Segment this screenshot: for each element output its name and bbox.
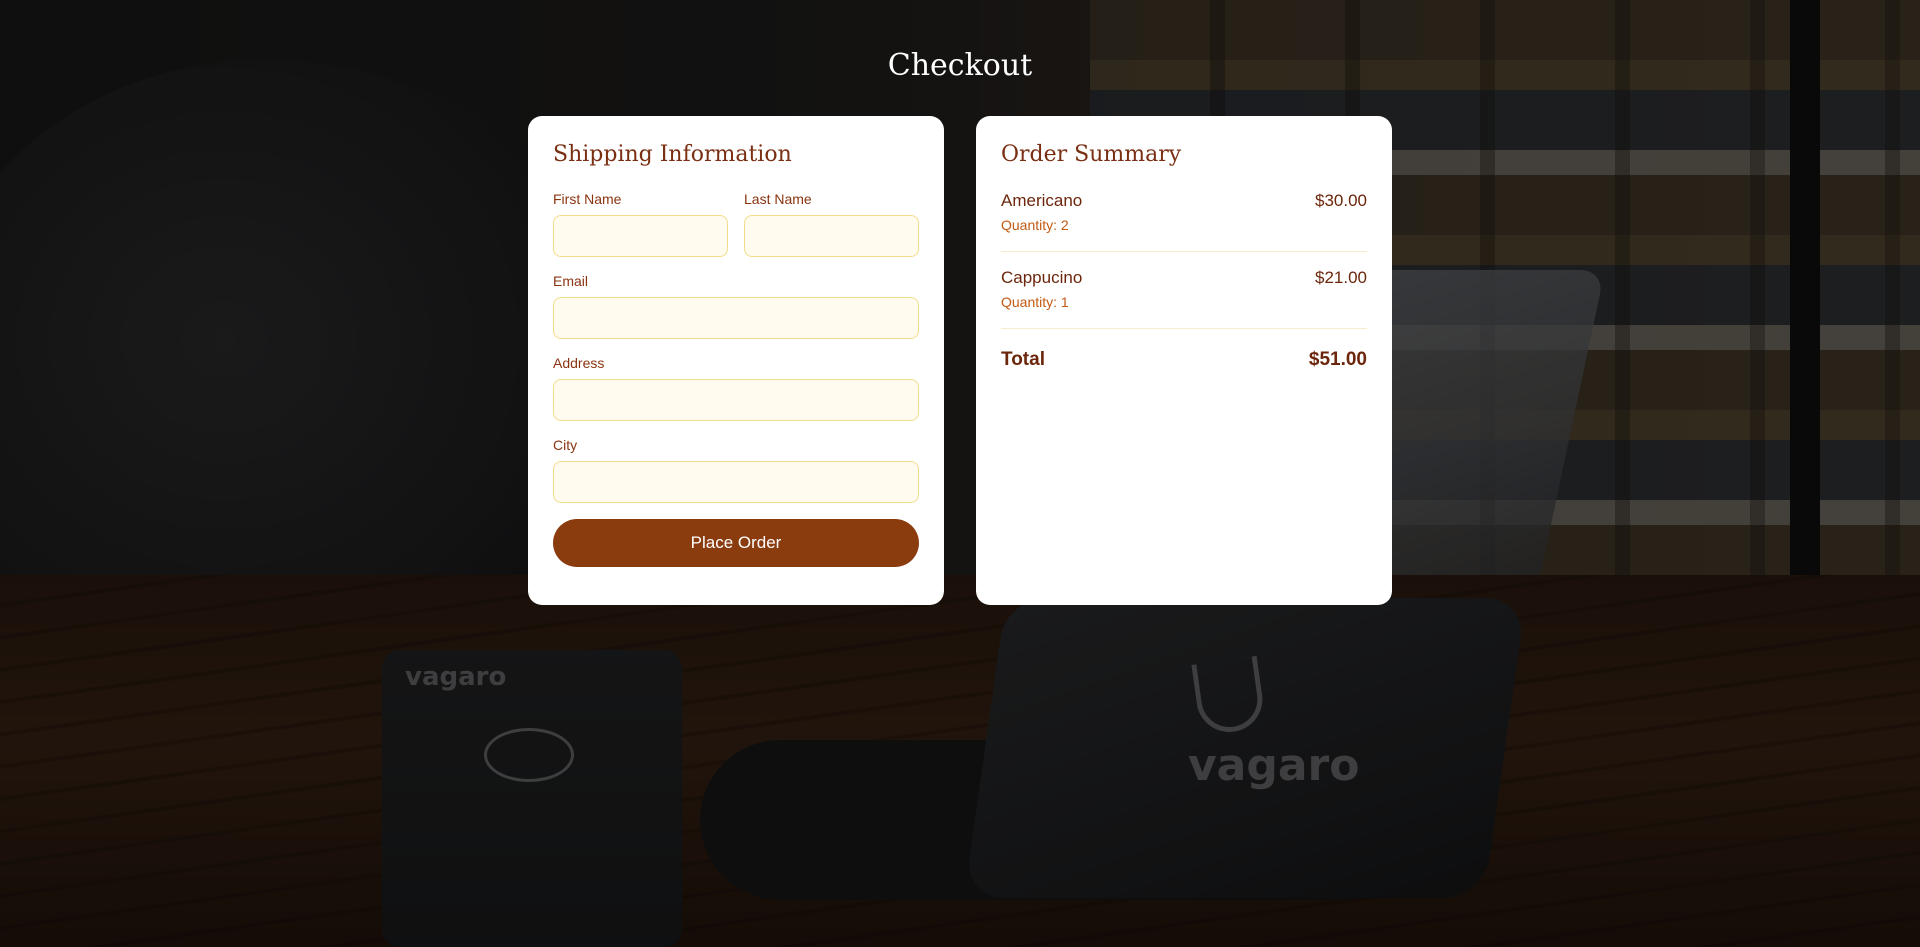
total-label: Total — [1001, 349, 1045, 370]
shipping-card: Shipping Information First Name Last Nam… — [528, 116, 944, 605]
item-price: $21.00 — [1315, 268, 1367, 287]
email-input[interactable] — [553, 297, 919, 339]
item-price: $30.00 — [1315, 191, 1367, 210]
first-name-group: First Name — [553, 191, 728, 257]
checkout-page: Checkout Shipping Information First Name… — [0, 0, 1920, 947]
city-group: City — [553, 437, 919, 503]
city-label: City — [553, 437, 578, 453]
item-name: Cappucino — [1001, 268, 1083, 287]
address-input[interactable] — [553, 379, 919, 421]
item-quantity: Quantity: 1 — [1001, 294, 1069, 310]
item-details: Cappucino Quantity: 1 — [1001, 268, 1082, 310]
address-label: Address — [553, 355, 605, 371]
shipping-title: Shipping Information — [553, 142, 792, 167]
first-name-input[interactable] — [553, 215, 728, 257]
email-group: Email — [553, 273, 919, 339]
list-item: Cappucino Quantity: 1 $21.00 — [1001, 268, 1367, 329]
last-name-input[interactable] — [744, 215, 919, 257]
address-group: Address — [553, 355, 919, 421]
item-quantity: Quantity: 2 — [1001, 217, 1069, 233]
item-name: Americano — [1001, 191, 1083, 210]
email-label: Email — [553, 273, 589, 289]
first-name-label: First Name — [553, 191, 622, 207]
order-summary-card: Order Summary Americano Quantity: 2 $30.… — [976, 116, 1392, 605]
order-total: Total $51.00 — [1001, 349, 1367, 371]
last-name-group: Last Name — [744, 191, 919, 257]
page-title: Checkout — [887, 48, 1033, 83]
item-details: Americano Quantity: 2 — [1001, 191, 1082, 233]
name-row: First Name Last Name — [553, 191, 919, 273]
order-summary-title: Order Summary — [1001, 142, 1182, 167]
place-order-button[interactable]: Place Order — [553, 519, 919, 567]
shipping-form: First Name Last Name Email Address City — [553, 191, 919, 567]
city-input[interactable] — [553, 461, 919, 503]
last-name-label: Last Name — [744, 191, 812, 207]
list-item: Americano Quantity: 2 $30.00 — [1001, 191, 1367, 252]
total-value: $51.00 — [1308, 349, 1367, 370]
